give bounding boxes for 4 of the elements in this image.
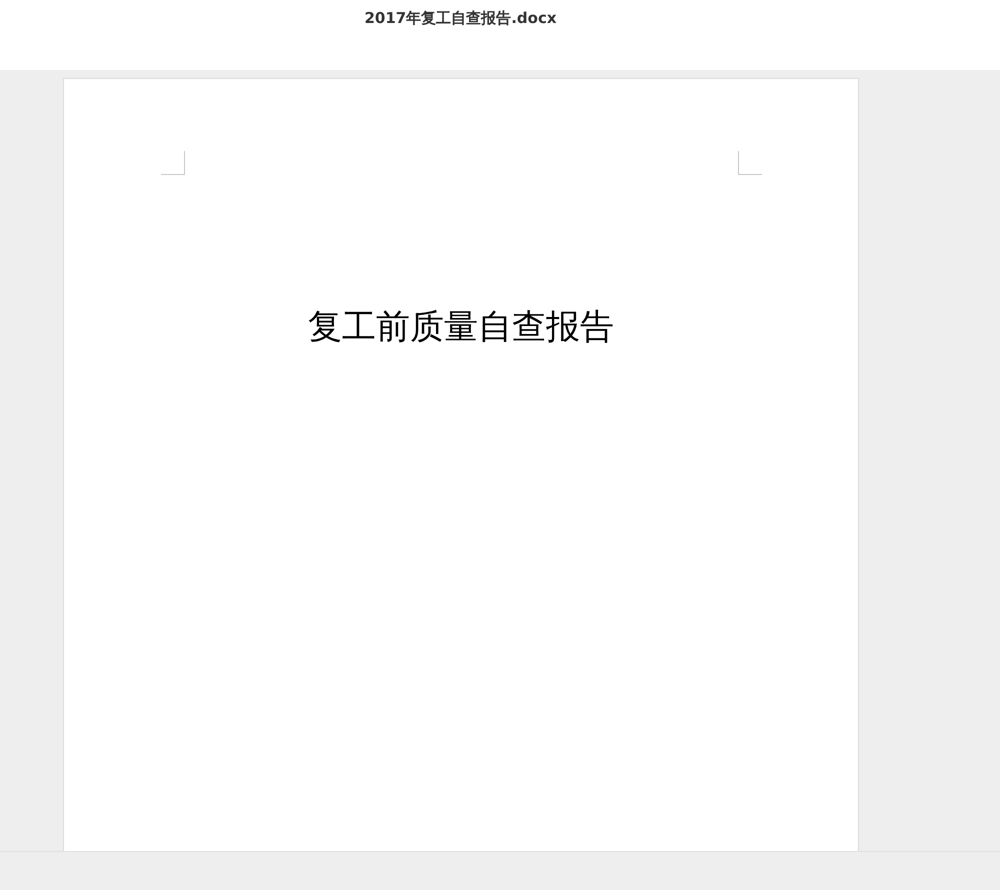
document-heading: 复工前质量自查报告 [308,307,614,347]
margin-mark [738,151,762,175]
window-title: 2017年复工自查报告.docx [364,9,557,28]
margin-mark [160,151,184,175]
